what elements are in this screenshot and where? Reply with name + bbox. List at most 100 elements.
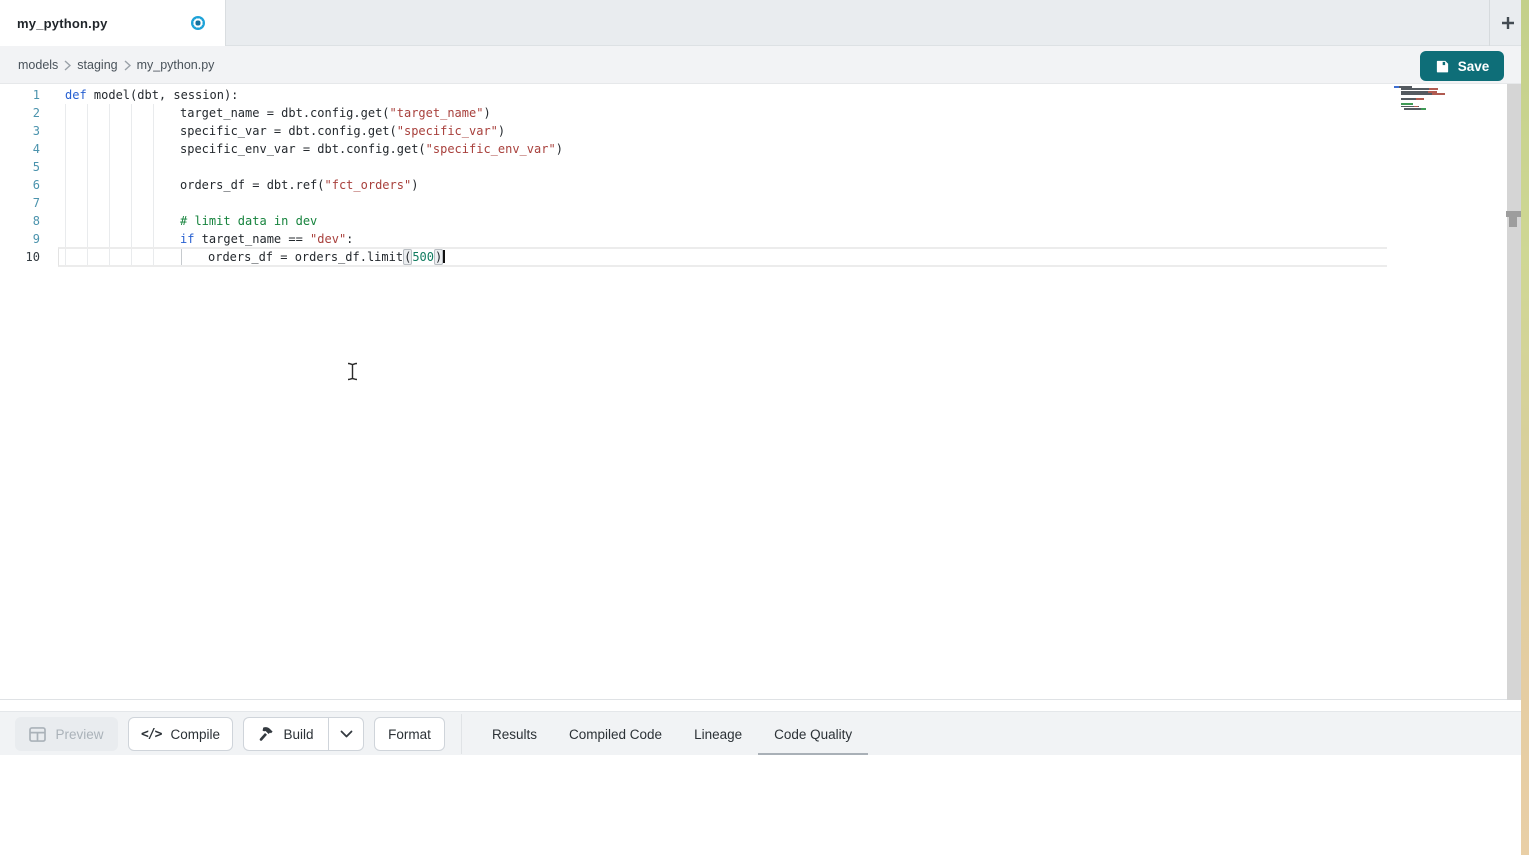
breadcrumb: models staging my_python.py (18, 46, 214, 83)
chevron-down-icon (340, 730, 353, 738)
panel-tab-code-quality[interactable]: Code Quality (758, 712, 868, 756)
breadcrumb-bar: models staging my_python.py Save (0, 46, 1521, 84)
code-line[interactable]: 5 (0, 158, 1387, 176)
code-text: # limit data in dev (0, 212, 317, 230)
compile-button-label: Compile (170, 727, 220, 742)
token-num: 500 (412, 250, 434, 264)
minimap-row (1393, 93, 1473, 95)
line-number: 10 (0, 248, 40, 266)
token-plain: target_name = dbt.config.get( (180, 106, 390, 120)
code-line[interactable]: 2target_name = dbt.config.get("target_na… (0, 104, 1387, 122)
plus-icon (1500, 15, 1516, 31)
line-number: 9 (0, 230, 40, 248)
tab-my-python-py[interactable]: my_python.py (0, 0, 226, 46)
minimap-segment (1399, 86, 1412, 88)
minimap-segment (1393, 91, 1401, 93)
panel-tab-lineage[interactable]: Lineage (678, 712, 758, 756)
code-icon: </> (141, 727, 161, 742)
code-editor[interactable]: 1def model(dbt, session):2target_name = … (0, 84, 1521, 700)
token-plain: specific_var = dbt.config.get( (180, 124, 397, 138)
minimap-segment (1393, 98, 1401, 100)
save-button-label: Save (1458, 59, 1490, 74)
text-cursor-pointer-icon (346, 362, 359, 384)
minimap-segment (1418, 106, 1419, 108)
divider (1489, 0, 1490, 46)
token-str: "dev" (310, 232, 346, 246)
code-line[interactable]: 10orders_df = orders_df.limit(500) (0, 248, 1387, 266)
editor-scrollbar[interactable] (1507, 84, 1521, 700)
result-panel-tabs: ResultsCompiled CodeLineageCode Quality (476, 712, 868, 756)
minimap-segment (1401, 106, 1414, 108)
ide-window: my_python.py models staging my_python.py S… (0, 0, 1529, 855)
save-button[interactable]: Save (1420, 51, 1504, 81)
minimap-segment (1432, 93, 1445, 95)
minimap-segment (1428, 91, 1437, 93)
minimap-row (1393, 91, 1473, 93)
token-plain: ) (411, 178, 418, 192)
token-plain: specific_env_var = dbt.config.get( (180, 142, 426, 156)
minimap-segment (1393, 108, 1404, 110)
code-quality-panel (0, 755, 1521, 855)
token-kw: def (65, 88, 87, 102)
minimap-segment (1401, 91, 1428, 93)
minimap-segment (1401, 93, 1432, 95)
code-line[interactable]: 6orders_df = dbt.ref("fct_orders") (0, 176, 1387, 194)
token-plain: orders_df = orders_df.limit (208, 250, 403, 264)
code-line[interactable]: 9if target_name == "dev": (0, 230, 1387, 248)
preview-button-label: Preview (55, 727, 103, 742)
minimap-segment (1421, 108, 1426, 110)
breadcrumb-item[interactable]: staging (77, 58, 117, 72)
build-split-button: Build (243, 717, 364, 751)
line-number: 1 (0, 86, 40, 104)
minimap-row (1393, 101, 1473, 103)
format-button[interactable]: Format (374, 717, 445, 751)
save-icon (1435, 59, 1450, 74)
code-text: orders_df = dbt.ref("fct_orders") (0, 176, 418, 194)
action-toolbar: Preview </> Compile Build Format (0, 711, 1521, 755)
chevron-right-icon (64, 60, 71, 71)
token-plain: ) (556, 142, 563, 156)
line-number: 2 (0, 104, 40, 122)
code-line[interactable]: 1def model(dbt, session): (0, 86, 1387, 104)
preview-button[interactable]: Preview (15, 717, 118, 751)
code-text: orders_df = orders_df.limit(500) (0, 248, 445, 266)
minimap-segment (1401, 88, 1429, 90)
code-line[interactable]: 3specific_var = dbt.config.get("specific… (0, 122, 1387, 140)
new-tab-button[interactable] (1495, 10, 1521, 36)
editor-tab-bar: my_python.py (0, 0, 1521, 46)
token-plain: ) (498, 124, 505, 138)
minimap-segment (1416, 98, 1424, 100)
code-text: if target_name == "dev": (0, 230, 353, 248)
line-number: 8 (0, 212, 40, 230)
panel-tab-compiled-code[interactable]: Compiled Code (553, 712, 678, 756)
minimap[interactable] (1393, 86, 1473, 111)
minimap-segment (1429, 88, 1438, 90)
token-com: # limit data in dev (180, 214, 317, 228)
token-str: "specific_var" (397, 124, 498, 138)
compile-button[interactable]: </> Compile (128, 717, 233, 751)
text-caret (443, 250, 445, 263)
line-number: 6 (0, 176, 40, 194)
minimap-row (1393, 106, 1473, 108)
breadcrumb-item[interactable]: my_python.py (137, 58, 215, 72)
chevron-right-icon (124, 60, 131, 71)
hammer-icon (258, 726, 274, 742)
minimap-row (1393, 108, 1473, 110)
code-text: specific_env_var = dbt.config.get("speci… (0, 140, 563, 158)
code-line[interactable]: 4specific_env_var = dbt.config.get("spec… (0, 140, 1387, 158)
scrollbar-marker-stem[interactable] (1509, 217, 1517, 227)
panel-tab-results[interactable]: Results (476, 712, 553, 756)
minimap-segment (1401, 98, 1416, 100)
code-line[interactable]: 8 # limit data in dev (0, 212, 1387, 230)
breadcrumb-item[interactable]: models (18, 58, 58, 72)
token-plain: orders_df = dbt.ref( (180, 178, 325, 192)
token-str: "fct_orders" (325, 178, 412, 192)
divider (461, 714, 462, 754)
build-button-label: Build (283, 727, 313, 742)
format-button-label: Format (388, 727, 431, 742)
token-brkt: ( (403, 249, 412, 265)
code-line[interactable]: 7 (0, 194, 1387, 212)
minimap-segment (1393, 103, 1401, 105)
build-button[interactable]: Build (243, 717, 328, 751)
build-options-dropdown-button[interactable] (328, 717, 364, 751)
